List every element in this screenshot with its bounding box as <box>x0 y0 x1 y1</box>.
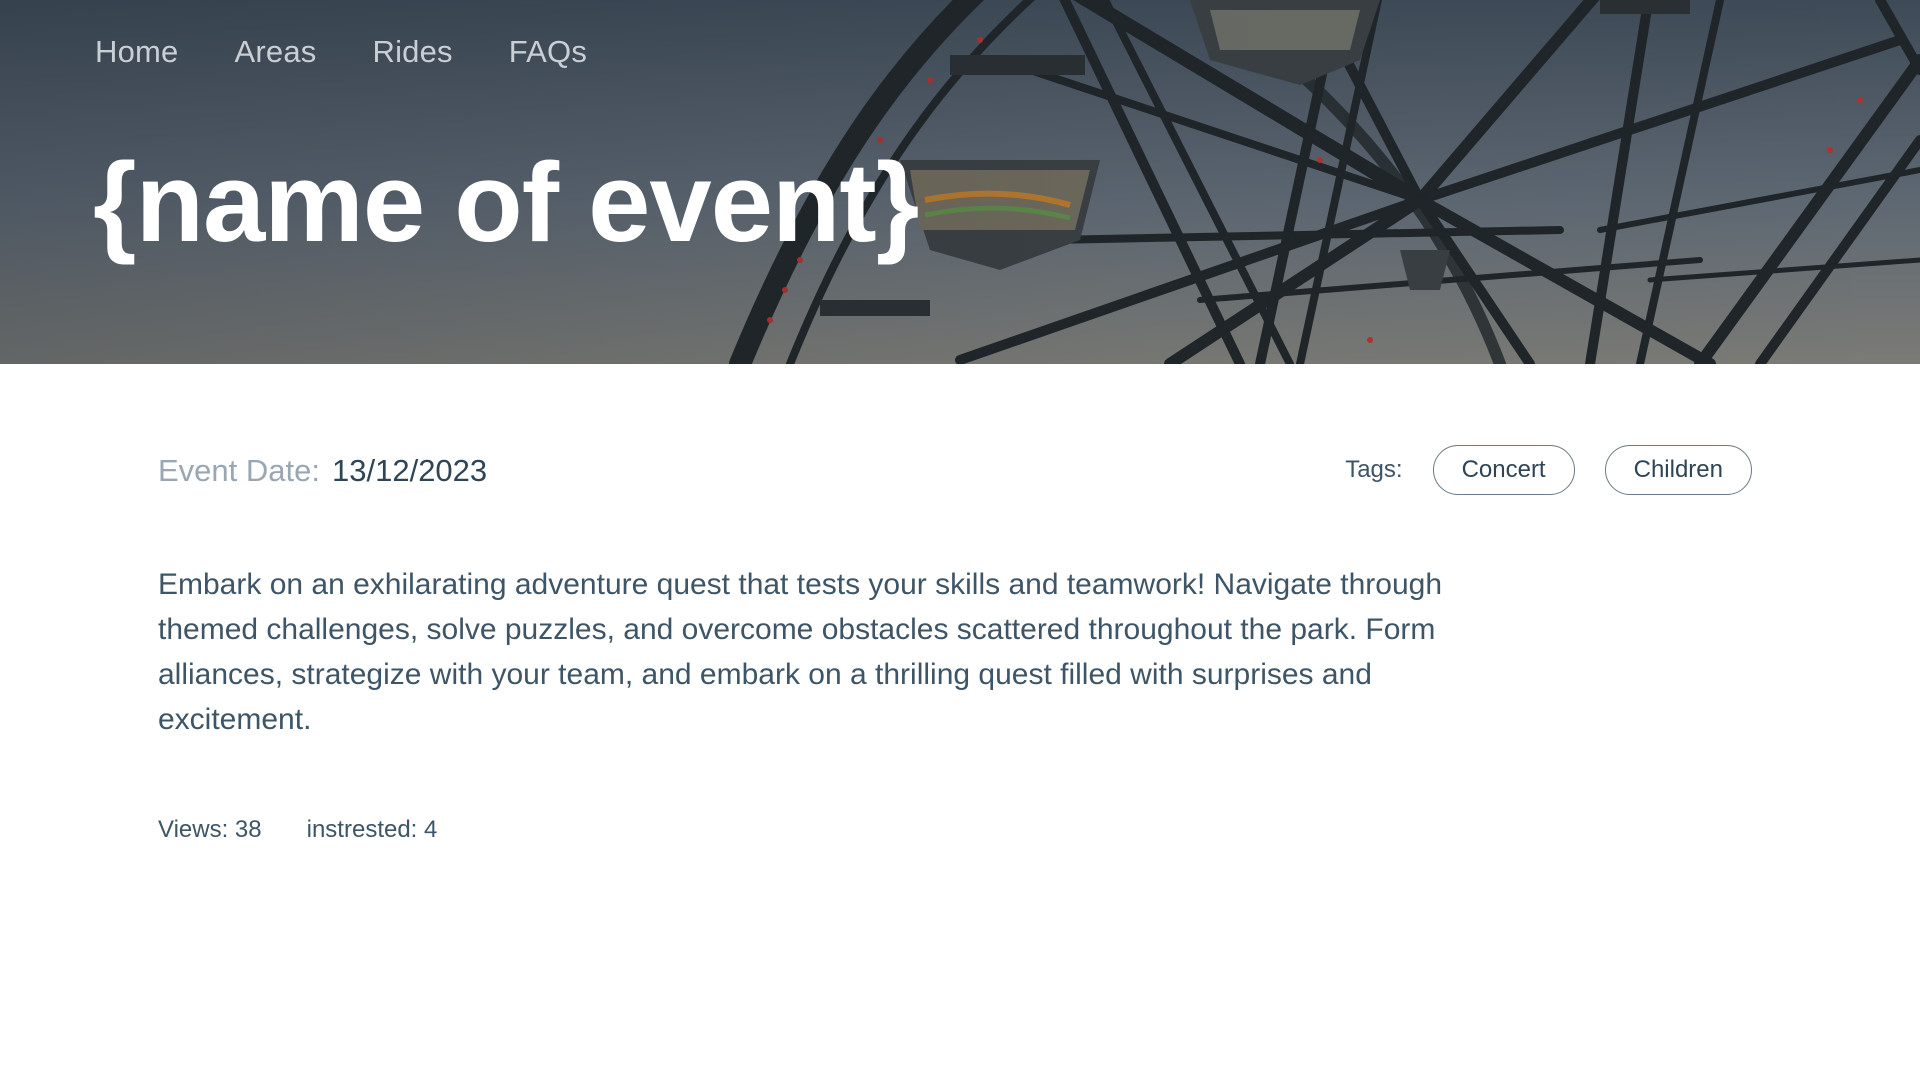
event-date-value: 13/12/2023 <box>332 453 488 488</box>
tag-children[interactable]: Children <box>1604 445 1752 495</box>
top-nav: Home Areas Rides FAQs <box>95 34 587 70</box>
interested-count: instrested: 4 <box>306 816 438 843</box>
nav-areas[interactable]: Areas <box>235 34 317 70</box>
views-count: Views: 38 <box>158 816 262 843</box>
event-date-label: Event Date: <box>158 453 320 488</box>
event-meta-row: Event Date: 13/12/2023 Tags: Concert Chi… <box>158 445 1752 497</box>
event-stats: Views: 38 instrested: 4 <box>158 816 437 844</box>
tag-concert[interactable]: Concert <box>1432 445 1575 495</box>
hero-banner: Home Areas Rides FAQs {name of event} <box>0 0 1920 364</box>
nav-home[interactable]: Home <box>95 34 179 70</box>
event-description: Embark on an exhilarating adventure ques… <box>158 568 1443 736</box>
tags-group: Tags: Concert Children <box>1345 445 1752 495</box>
event-title: {name of event} <box>93 140 919 265</box>
nav-rides[interactable]: Rides <box>372 34 452 70</box>
nav-faqs[interactable]: FAQs <box>509 34 587 70</box>
tags-label: Tags: <box>1345 456 1403 483</box>
